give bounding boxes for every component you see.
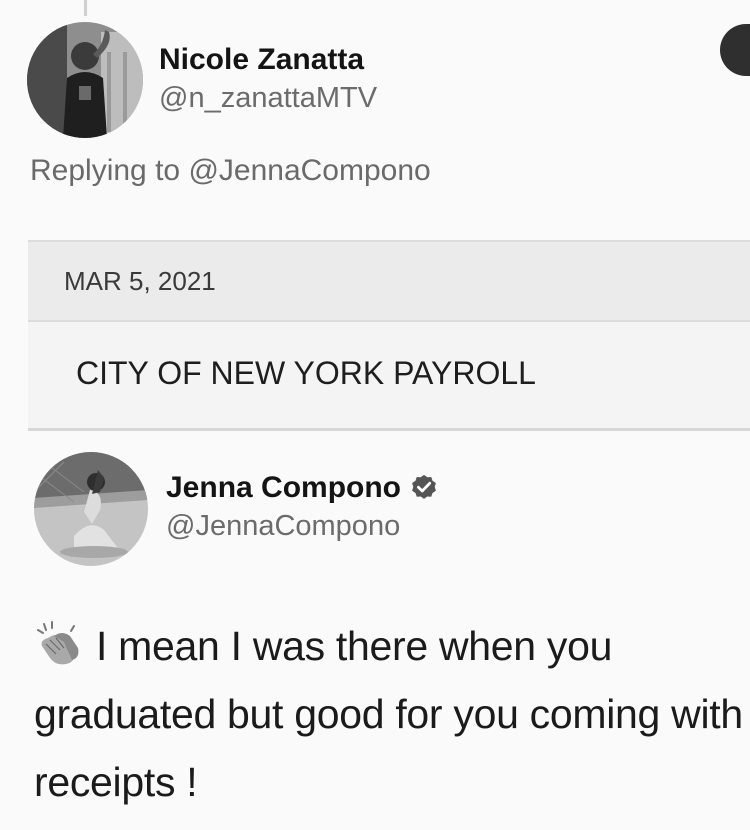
author-handle[interactable]: @JennaCompono	[166, 508, 439, 544]
replying-label: Replying to	[30, 154, 181, 187]
profile-photo	[34, 452, 148, 566]
clapping-hands-icon	[37, 621, 79, 665]
author-display-name[interactable]: Jenna Compono	[166, 470, 401, 506]
replying-to-line: Replying to @JennaCompono	[30, 154, 431, 188]
author-handle[interactable]: @n_zanattaMTV	[159, 80, 377, 116]
tweet-text: I mean I was there when you graduated bu…	[34, 623, 743, 805]
receipt-image[interactable]: MAR 5, 2021 CITY OF NEW YORK PAYROLL	[28, 240, 750, 431]
thread-line	[84, 0, 87, 16]
replying-to-mention[interactable]: @JennaCompono	[188, 154, 430, 187]
avatar[interactable]	[34, 452, 148, 566]
tweet-header-quoted: Jenna Compono @JennaCompono	[34, 452, 439, 566]
receipt-payee: CITY OF NEW YORK PAYROLL	[76, 354, 536, 391]
avatar[interactable]	[27, 22, 143, 138]
verified-badge-icon	[412, 474, 436, 499]
author-display-name[interactable]: Nicole Zanatta	[159, 42, 377, 78]
receipt-date: MAR 5, 2021	[64, 265, 216, 296]
follow-button[interactable]	[720, 24, 750, 76]
tweet-text-block: I mean I was there when you graduated bu…	[34, 612, 750, 816]
tweet-header-reply: Nicole Zanatta @n_zanattaMTV	[27, 22, 377, 138]
receipt-date-row: MAR 5, 2021	[28, 242, 750, 322]
profile-photo	[27, 22, 143, 138]
receipt-payee-row: CITY OF NEW YORK PAYROLL	[28, 322, 750, 424]
